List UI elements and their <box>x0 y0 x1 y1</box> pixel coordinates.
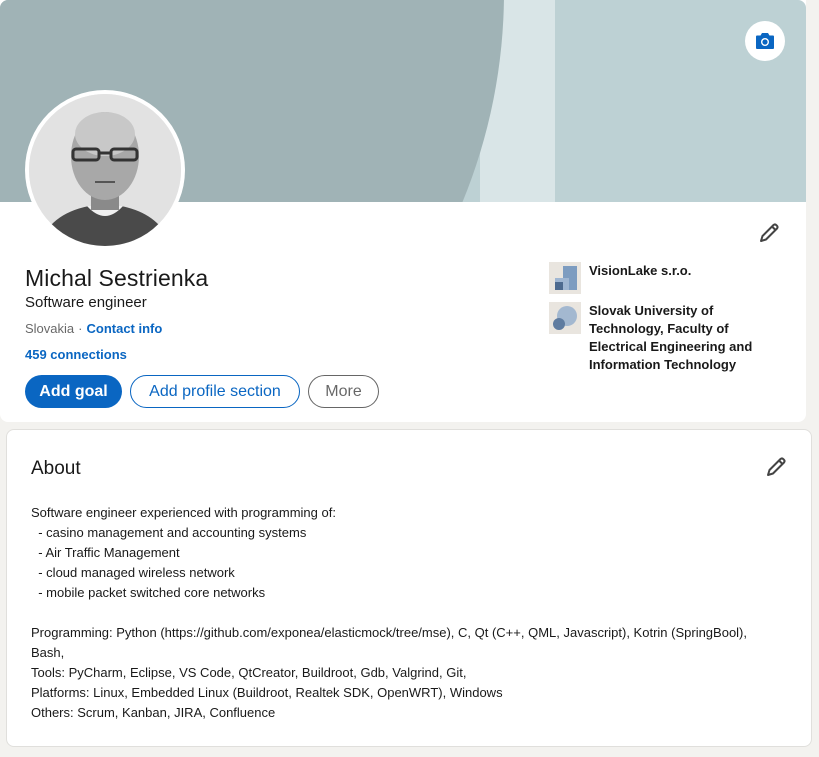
more-button[interactable]: More <box>308 375 379 408</box>
school-name: Slovak University of Technology, Faculty… <box>589 303 753 372</box>
about-title: About <box>31 458 81 479</box>
add-profile-section-button[interactable]: Add profile section <box>130 375 300 408</box>
profile-location: Slovakia <box>25 321 75 336</box>
profile-name: Michal Sestrienka <box>25 265 209 291</box>
location-row: Slovakia · Contact info <box>25 321 162 336</box>
org-item-school[interactable]: Slovak University of Technology, Faculty… <box>549 302 764 374</box>
connections-link[interactable]: 459 connections <box>25 347 127 362</box>
camera-icon <box>756 33 774 49</box>
profile-top-card: Michal Sestrienka Software engineer Slov… <box>0 0 806 422</box>
about-text: Software engineer experienced with progr… <box>31 505 747 720</box>
company-logo-icon <box>549 262 581 294</box>
avatar <box>29 94 181 246</box>
separator-dot: · <box>78 321 83 336</box>
about-section: About Software engineer experienced with… <box>6 429 812 747</box>
company-name: VisionLake s.r.o. <box>589 263 692 278</box>
person-photo-icon <box>29 94 181 246</box>
profile-headline: Software engineer <box>25 294 147 311</box>
school-logo-icon <box>549 302 581 334</box>
profile-photo[interactable] <box>25 90 185 250</box>
edit-intro-button[interactable] <box>754 218 784 248</box>
edit-about-button[interactable] <box>761 452 791 482</box>
pencil-icon <box>760 223 779 242</box>
pencil-icon <box>767 457 786 476</box>
add-goal-button[interactable]: Add goal <box>25 375 122 408</box>
org-item-company[interactable]: VisionLake s.r.o. <box>549 262 764 294</box>
edit-banner-button[interactable] <box>745 21 785 61</box>
contact-info-link[interactable]: Contact info <box>86 321 162 336</box>
